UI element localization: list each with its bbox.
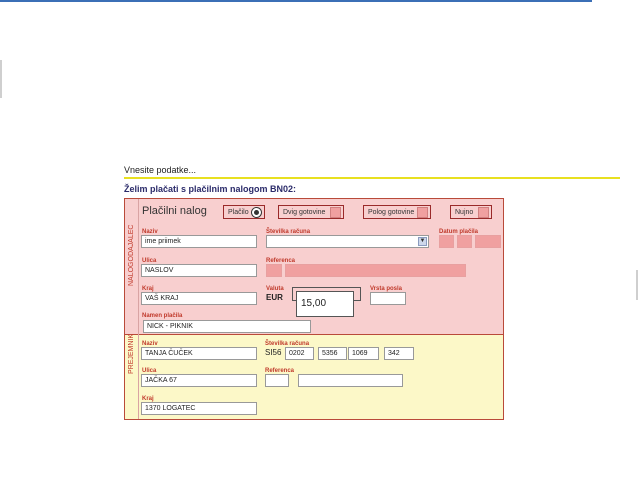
cash-deposit-label: Polog gotovine <box>368 208 415 216</box>
left-edge <box>0 60 2 98</box>
payment-type-label: Plačilo <box>228 208 249 216</box>
toggle-swatch-icon <box>330 206 341 218</box>
payee-account-part-2[interactable]: 5356 <box>318 347 347 360</box>
purpose-code-field[interactable] <box>370 292 406 305</box>
payer-section-label: NALOGODAJALEC <box>128 224 135 286</box>
payee-street-field[interactable]: JAČKA 67 <box>141 374 257 387</box>
payer-name-field[interactable]: ime priimek <box>141 235 257 248</box>
yellow-rule <box>124 177 620 179</box>
payment-date-day[interactable] <box>439 235 454 248</box>
iban-prefix: SI56 <box>265 348 282 357</box>
urgent-button[interactable]: Nujno <box>450 205 492 219</box>
payee-account-part-1[interactable]: 0202 <box>285 347 314 360</box>
right-edge <box>636 270 638 300</box>
payment-date-month[interactable] <box>457 235 472 248</box>
payee-reference-model[interactable] <box>265 374 289 387</box>
payer-city-field[interactable]: VAŠ KRAJ <box>141 292 257 305</box>
cash-deposit-button[interactable]: Polog gotovine <box>363 205 431 219</box>
payee-name-field[interactable]: TANJA ČUČEK <box>141 347 257 360</box>
payer-street-field[interactable]: NASLOV <box>141 264 257 277</box>
form-heading: Želim plačati s plačilnim nalogom BN02: <box>124 184 297 194</box>
payment-type-button[interactable]: Plačilo <box>223 205 265 219</box>
payee-section-label: PREJEMNIK <box>128 333 135 374</box>
form-title: Plačilni nalog <box>142 205 207 217</box>
cash-withdrawal-label: Dvig gotovine <box>283 208 326 216</box>
payer-reference-field[interactable] <box>285 264 466 277</box>
payee-account-part-3[interactable]: 1069 <box>348 347 379 360</box>
chevron-down-icon[interactable]: ▼ <box>418 237 427 246</box>
section-divider <box>125 334 503 335</box>
purpose-field[interactable]: NICK - PIKNIK <box>143 320 311 333</box>
payee-reference-field[interactable] <box>298 374 403 387</box>
radio-selected-icon <box>251 206 262 218</box>
payer-account-select[interactable]: ▼ <box>266 235 429 248</box>
urgent-label: Nujno <box>455 208 474 216</box>
amount-field[interactable]: 15,00 <box>296 291 354 317</box>
top-bar <box>0 0 592 2</box>
toggle-swatch-icon <box>478 206 489 218</box>
intro-text: Vnesite podatke... <box>124 165 197 175</box>
cash-withdrawal-button[interactable]: Dvig gotovine <box>278 205 344 219</box>
payment-date-year[interactable] <box>475 235 501 248</box>
payee-city-field[interactable]: 1370 LOGATEC <box>141 402 257 415</box>
currency-value: EUR <box>266 293 283 302</box>
purpose-label: Namen plačila <box>142 313 183 319</box>
toggle-swatch-icon <box>417 206 428 218</box>
currency-label: Valuta <box>266 286 284 292</box>
payee-account-part-4[interactable]: 342 <box>384 347 414 360</box>
payer-reference-model[interactable] <box>266 264 282 277</box>
